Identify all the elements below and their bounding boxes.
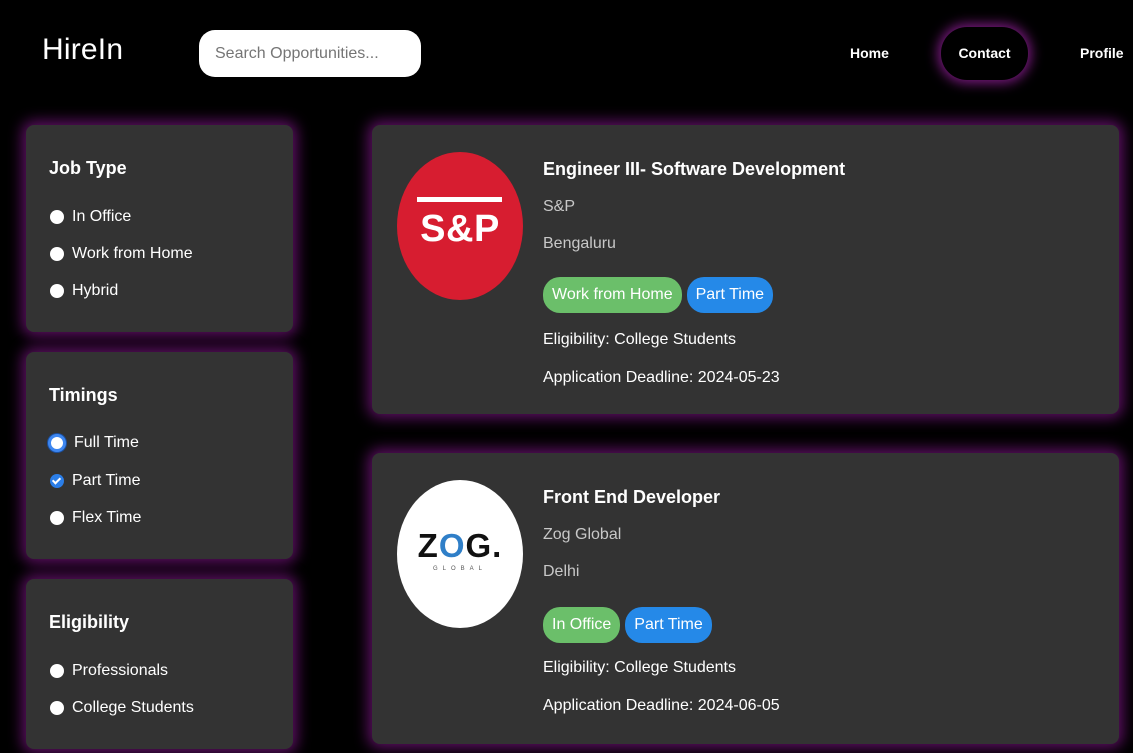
logo-bar (417, 197, 502, 202)
eligibility-filter-card: Eligibility Professionals College Studen… (26, 579, 293, 749)
company-name: S&P (543, 198, 576, 215)
radio-button[interactable] (50, 247, 64, 261)
top-nav-bar: HireIn Home Contact Profile (0, 0, 1133, 100)
logo-subtext: GLOBAL (432, 566, 487, 572)
timing-tag: Part Time (625, 607, 712, 643)
search-input[interactable] (199, 30, 421, 77)
logo-text: ZOG. (397, 527, 523, 565)
filter-option-hybrid[interactable]: Hybrid (50, 281, 118, 301)
filter-title: Eligibility (49, 612, 130, 632)
filter-option-label: In Office (72, 208, 132, 225)
filter-option-label: Professionals (72, 662, 169, 679)
filter-option-label: Part Time (72, 472, 141, 489)
radio-button[interactable] (50, 210, 64, 224)
job-deadline: Application Deadline: 2024-05-23 (543, 369, 780, 386)
filter-option-professionals[interactable]: Professionals (50, 661, 168, 681)
filter-option-part-time[interactable]: Part Time (50, 471, 140, 491)
job-title[interactable]: Front End Developer (543, 487, 720, 508)
filter-option-in-office[interactable]: In Office (50, 207, 131, 227)
radio-button[interactable] (48, 434, 66, 452)
logo-hexagon: O (438, 527, 466, 564)
job-card[interactable]: S&P Engineer III- Software Development S… (372, 125, 1119, 414)
tag-list: In Office Part Time (543, 607, 712, 643)
job-location: Delhi (543, 563, 580, 580)
nav-contact-link[interactable]: Contact (941, 27, 1028, 80)
filter-option-label: Full Time (74, 434, 139, 451)
job-deadline: Application Deadline: 2024-06-05 (543, 697, 780, 714)
radio-button[interactable] (50, 701, 64, 715)
logo-text-part: G. (465, 527, 503, 564)
timing-tag: Part Time (686, 277, 774, 313)
filter-option-flex-time[interactable]: Flex Time (50, 508, 141, 528)
filter-option-label: Hybrid (72, 282, 119, 299)
radio-button[interactable] (50, 284, 64, 298)
filter-option-label: Work from Home (72, 245, 193, 262)
job-card[interactable]: ZOG. GLOBAL Front End Developer Zog Glob… (372, 453, 1119, 744)
company-logo: ZOG. GLOBAL (397, 480, 523, 628)
radio-button[interactable] (50, 664, 64, 678)
filter-option-full-time[interactable]: Full Time (48, 433, 139, 453)
logo-text-part: Z (417, 527, 439, 564)
tag-list: Work from Home Part Time (543, 277, 774, 313)
job-location: Bengaluru (543, 235, 616, 252)
job-eligibility: Eligibility: College Students (543, 659, 736, 676)
app-logo[interactable]: HireIn (42, 30, 123, 70)
filter-option-label: College Students (72, 699, 194, 716)
radio-button-checked[interactable] (50, 474, 64, 488)
filter-title: Job Type (49, 158, 127, 178)
job-type-filter-card: Job Type In Office Work from Home Hybrid (26, 125, 293, 332)
filter-option-college-students[interactable]: College Students (50, 698, 194, 718)
job-title[interactable]: Engineer III- Software Development (543, 159, 845, 180)
nav-home-link[interactable]: Home (850, 30, 889, 77)
page: HireIn Home Contact Profile Job Type In … (0, 0, 1133, 753)
nav-profile-link[interactable]: Profile (1080, 30, 1124, 77)
radio-button[interactable] (50, 511, 64, 525)
company-name: Zog Global (543, 526, 622, 543)
job-type-tag: Work from Home (543, 277, 682, 313)
job-eligibility: Eligibility: College Students (543, 331, 736, 348)
filter-option-work-from-home[interactable]: Work from Home (50, 244, 193, 264)
company-logo: S&P (397, 152, 523, 300)
timings-filter-card: Timings Full Time Part Time Flex Time (26, 352, 293, 559)
filter-title: Timings (49, 385, 118, 405)
job-type-tag: In Office (543, 607, 621, 643)
filter-option-label: Flex Time (72, 509, 142, 526)
logo-text: S&P (420, 208, 500, 250)
